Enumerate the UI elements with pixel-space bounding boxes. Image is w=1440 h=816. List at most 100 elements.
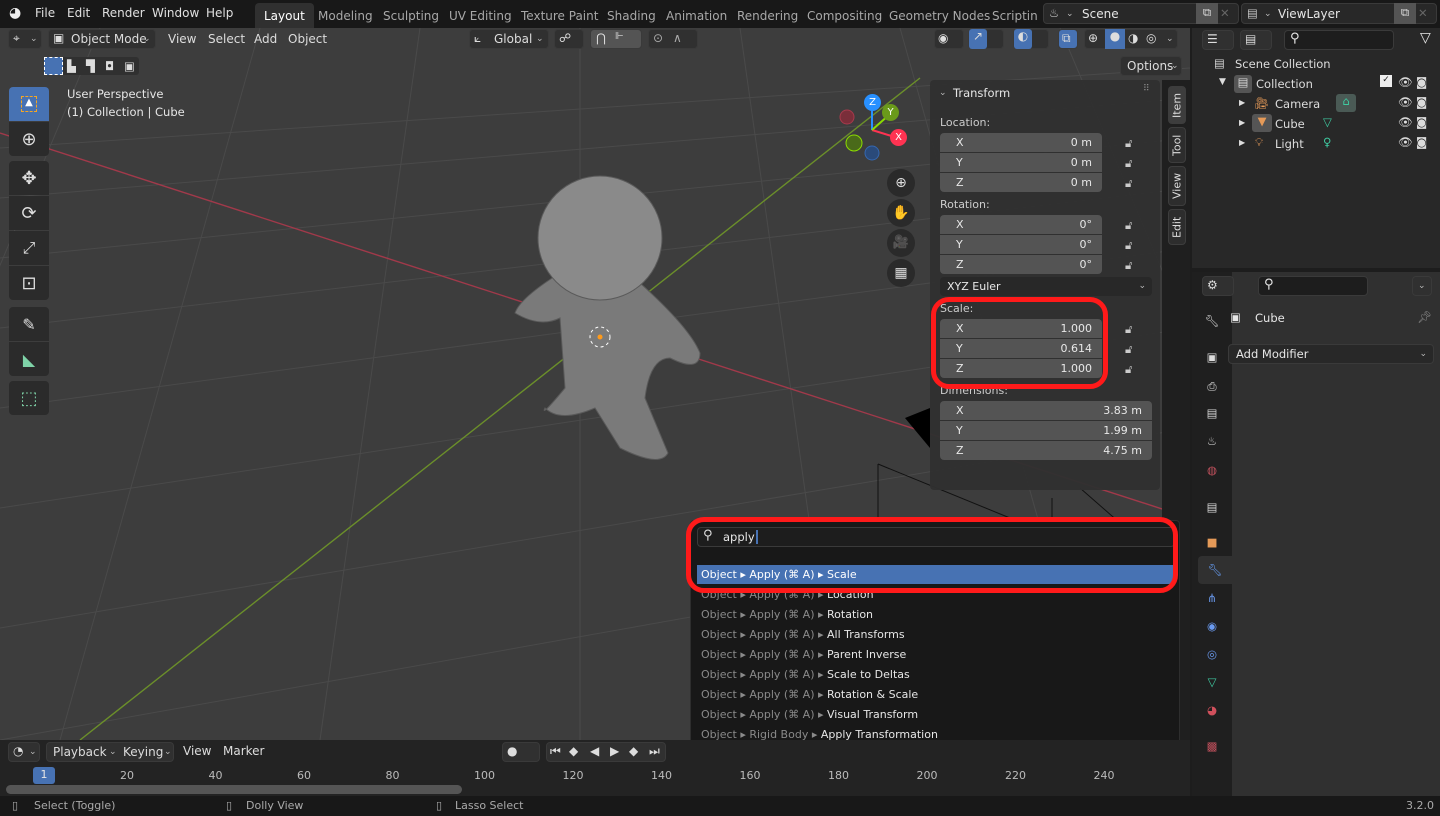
annotate-tool[interactable]: ✎ <box>9 307 49 341</box>
scale-z-field[interactable]: Z 1.000 <box>940 359 1102 378</box>
tab-shading[interactable]: Shading <box>598 3 665 28</box>
wireframe-shading-icon[interactable]: ⊕ <box>1088 31 1098 45</box>
solid-shading-icon[interactable]: ● <box>1105 29 1125 49</box>
light-data-icon[interactable]: ♀ <box>1323 135 1331 149</box>
rotation-x-field[interactable]: X 0° <box>940 215 1102 234</box>
camera-view-icon[interactable]: 🎥 <box>887 229 915 257</box>
filter-icon[interactable]: ▽ <box>1420 30 1431 46</box>
tab-view-layer-properties[interactable]: ▤ <box>1198 399 1226 427</box>
auto-keying-toggle[interactable]: ● <box>502 742 540 762</box>
tab-physics-properties[interactable]: ◉ <box>1198 612 1226 640</box>
lock-icon[interactable]: 🔓︎ <box>1125 258 1139 272</box>
material-shading-icon[interactable]: ◑ <box>1128 31 1138 45</box>
next-keyframe-icon[interactable]: ◆ <box>629 744 638 758</box>
tab-world-properties[interactable]: ◍ <box>1198 456 1226 484</box>
menu-keying[interactable]: Keying <box>123 745 163 759</box>
outliner-row-light[interactable]: ▶ 💡︎ Light ♀ 👁︎ ◙ <box>1192 134 1440 154</box>
location-y-field[interactable]: Y 0 m <box>940 153 1102 172</box>
tab-modeling[interactable]: Modeling <box>309 3 382 28</box>
sidebar-tab-tool[interactable]: Tool <box>1168 127 1186 163</box>
blender-logo-icon[interactable]: ◕ <box>9 5 21 21</box>
search-result-item[interactable]: Object ▸ Apply (⌘ A) ▸ Rotation <box>697 605 1175 624</box>
tab-rendering[interactable]: Rendering <box>728 3 807 28</box>
proportional-editing-toggle[interactable]: ⊙ ∧ <box>648 29 698 49</box>
tab-constraints-properties[interactable]: ◎ <box>1198 640 1226 668</box>
xray-toggle[interactable]: ⧉ <box>1058 29 1078 49</box>
rotate-tool[interactable]: ⟳ <box>9 196 49 230</box>
measure-tool[interactable]: ◣ <box>9 342 49 376</box>
cursor-tool[interactable]: ⊕ <box>9 122 49 156</box>
menu-edit[interactable]: Edit <box>67 6 90 20</box>
menu-playback[interactable]: Playback <box>53 745 107 759</box>
move-tool[interactable]: ✥ <box>9 161 49 195</box>
rotation-z-field[interactable]: Z 0° <box>940 255 1102 274</box>
close-icon[interactable]: ✕ <box>1418 6 1428 20</box>
editor-type-button[interactable]: ⌖ ⌄ <box>8 29 42 49</box>
menu-window[interactable]: Window <box>152 6 199 20</box>
select-extend-icon[interactable]: ▙ <box>67 59 76 73</box>
jump-end-icon[interactable]: ⏭ <box>649 744 660 759</box>
location-x-field[interactable]: X 0 m <box>940 133 1102 152</box>
add-modifier-dropdown[interactable]: Add Modifier ⌄ <box>1228 344 1434 364</box>
camera-render-icon[interactable]: ◙ <box>1416 95 1427 109</box>
checkbox-icon[interactable]: ✓ <box>1380 75 1392 87</box>
new-view-layer-icon[interactable]: ⧉ <box>1394 3 1416 24</box>
outliner-search-input[interactable]: ⚲ <box>1284 30 1394 50</box>
tab-particles-properties[interactable]: ⋔ <box>1198 584 1226 612</box>
lock-icon[interactable]: 🔓︎ <box>1125 156 1139 170</box>
menu-view[interactable]: View <box>183 744 211 758</box>
visibility-dropdown[interactable]: ◉ <box>934 29 964 49</box>
sidebar-tab-edit[interactable]: Edit <box>1168 209 1186 245</box>
dimensions-y-field[interactable]: Y 1.99 m <box>940 421 1152 440</box>
tab-uv-editing[interactable]: UV Editing <box>440 3 521 28</box>
camera-render-icon[interactable]: ◙ <box>1416 135 1427 149</box>
outliner-row-scene-collection[interactable]: ▤ Scene Collection <box>1192 54 1440 74</box>
gizmo-x-axis[interactable]: X <box>890 129 907 146</box>
tab-tool-properties[interactable]: 🔧︎ <box>1198 307 1226 335</box>
view-layer-selector[interactable]: ▤ ⌄ ViewLayer ⧉ ✕ <box>1241 3 1437 24</box>
camera-render-icon[interactable]: ◙ <box>1416 115 1427 129</box>
select-invert-icon[interactable]: ◘ <box>105 59 114 73</box>
lock-icon[interactable]: 🔓︎ <box>1125 342 1139 356</box>
add-cube-tool[interactable]: ⬚ <box>9 381 49 415</box>
search-result-item[interactable]: Object ▸ Apply (⌘ A) ▸ Scale to Deltas <box>697 665 1175 684</box>
eye-icon[interactable]: 👁︎ <box>1398 95 1413 109</box>
outliner-row-collection[interactable]: ▼ ▤ Collection ✓ 👁︎ ◙ <box>1192 74 1440 94</box>
expand-icon[interactable]: ▶ <box>1239 98 1245 107</box>
view-layer-filter-dropdown[interactable]: ▤ <box>1240 30 1272 50</box>
select-subtract-icon[interactable]: ▜ <box>86 59 95 73</box>
tab-texture-paint[interactable]: Texture Paint <box>512 3 607 28</box>
options-dropdown[interactable]: ⌄ <box>1412 276 1432 296</box>
current-frame-indicator[interactable]: 1 <box>33 767 55 784</box>
shading-modes[interactable]: ⊕ ● ◑ ◎ ⌄ <box>1084 29 1178 49</box>
scale-tool[interactable]: ⤢ <box>9 231 49 265</box>
menu-add[interactable]: Add <box>254 32 277 46</box>
close-icon[interactable]: ✕ <box>1220 6 1230 20</box>
eye-icon[interactable]: 👁︎ <box>1398 115 1413 129</box>
properties-search-input[interactable]: ⚲ <box>1258 276 1368 296</box>
rendered-shading-icon[interactable]: ◎ <box>1146 31 1156 45</box>
jump-start-icon[interactable]: ⏮ <box>550 744 561 759</box>
search-result-item[interactable]: Object ▸ Apply (⌘ A) ▸ All Transforms <box>697 625 1175 644</box>
panel-title[interactable]: Transform <box>953 86 1010 100</box>
tab-compositing[interactable]: Compositing <box>798 3 891 28</box>
tab-scripting[interactable]: Scripting <box>983 3 1037 28</box>
tab-texture-properties[interactable]: ▩ <box>1198 732 1226 760</box>
eye-icon[interactable]: 👁︎ <box>1398 75 1413 89</box>
tab-material-properties[interactable]: ◕ <box>1198 696 1226 724</box>
lock-icon[interactable]: 🔓︎ <box>1125 136 1139 150</box>
tab-geometry-nodes[interactable]: Geometry Nodes <box>880 3 999 28</box>
tab-modifier-properties[interactable]: 🔧︎ <box>1198 556 1232 584</box>
transform-orientation-dropdown[interactable]: ⟀ Global ⌄ <box>469 29 549 49</box>
display-mode-dropdown[interactable]: ☰ <box>1202 30 1234 50</box>
outliner-row-camera[interactable]: ▶ 🎥︎ Camera ⌂ 👁︎ ◙ <box>1192 94 1440 114</box>
dimensions-x-field[interactable]: X 3.83 m <box>940 401 1152 420</box>
overlays-toggle[interactable]: ◐ <box>1013 29 1049 49</box>
zoom-view-icon[interactable]: ⊕ <box>887 169 915 197</box>
lock-icon[interactable]: 🔓︎ <box>1125 176 1139 190</box>
editor-type-button[interactable]: ⚙ <box>1202 276 1234 296</box>
gizmo-y-axis[interactable]: Y <box>882 104 899 121</box>
location-z-field[interactable]: Z 0 m <box>940 173 1102 192</box>
options-dropdown[interactable]: Options ⌄ <box>1120 56 1182 76</box>
expand-icon[interactable]: ▶ <box>1239 138 1245 147</box>
